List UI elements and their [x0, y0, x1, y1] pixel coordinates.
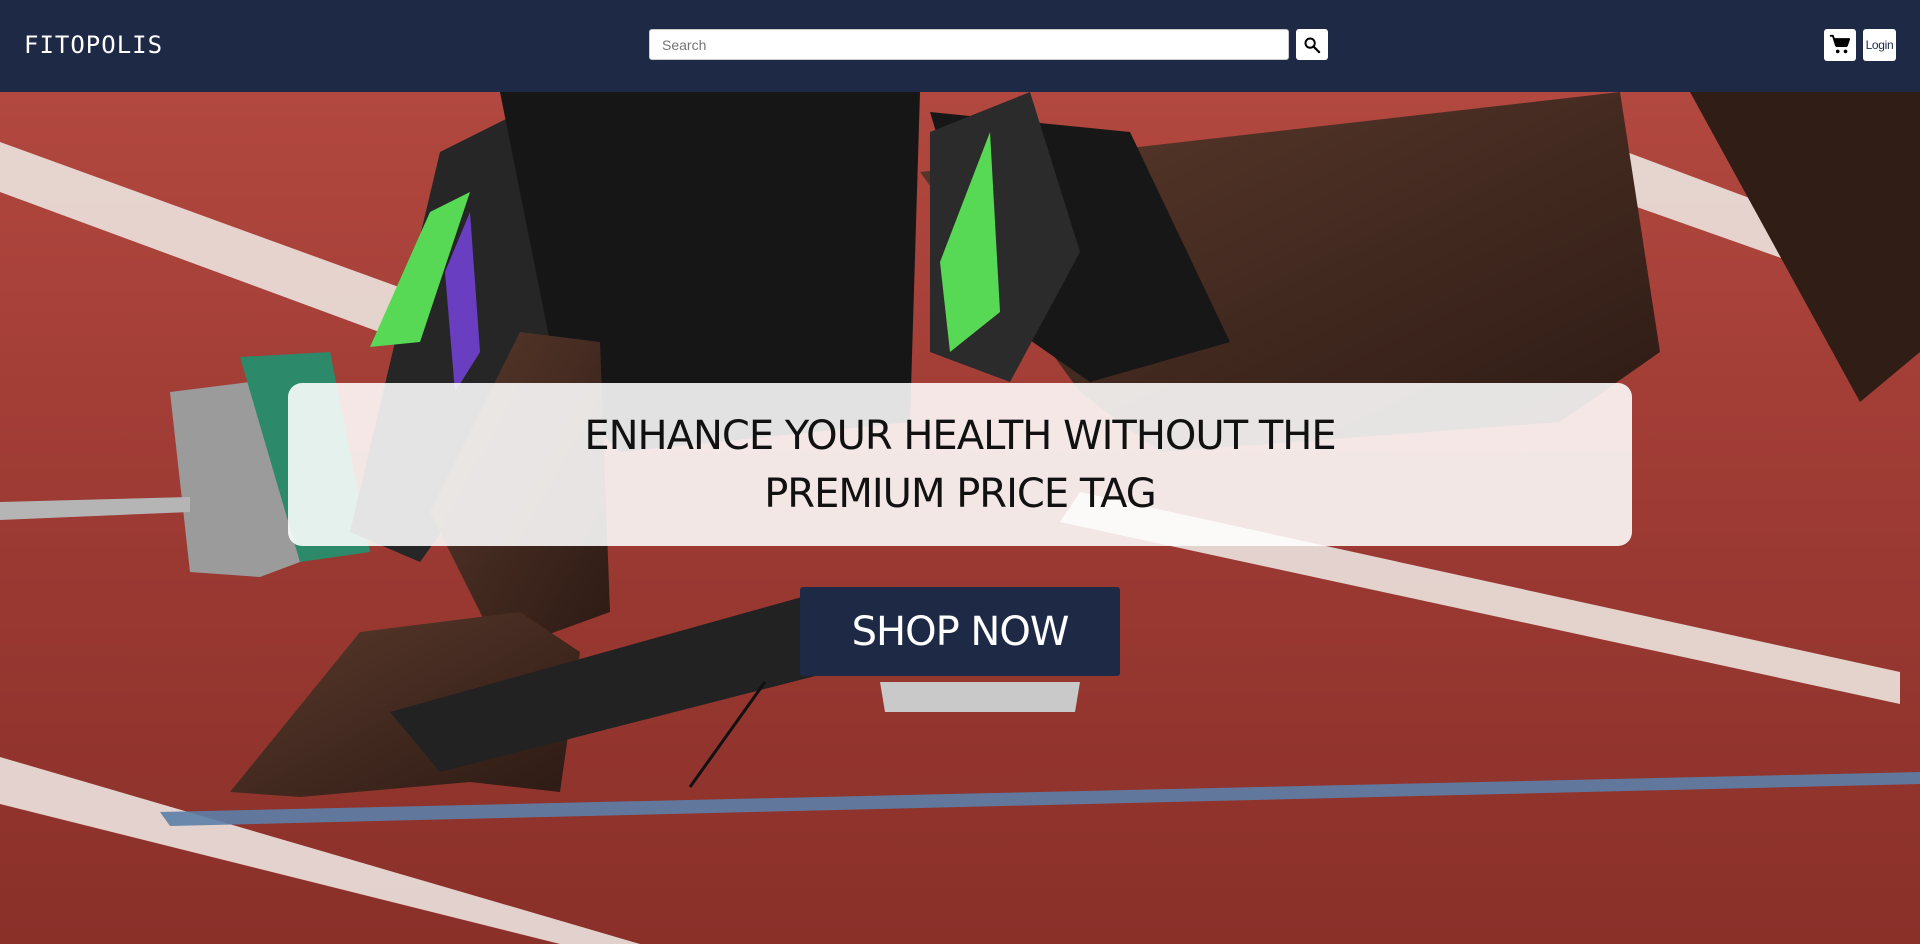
shop-now-button[interactable]: SHOP NOW	[800, 587, 1120, 676]
top-navbar: FITOPOLIS Login	[0, 0, 1920, 92]
search-input[interactable]	[649, 29, 1289, 60]
hero-headline: ENHANCE YOUR HEALTH WITHOUT THE PREMIUM …	[584, 412, 1336, 517]
search-icon	[1304, 37, 1321, 53]
hero-banner: ENHANCE YOUR HEALTH WITHOUT THE PREMIUM …	[0, 92, 1920, 944]
shopping-cart-icon	[1829, 34, 1851, 54]
site-logo[interactable]: FITOPOLIS	[24, 31, 163, 59]
headline-box: ENHANCE YOUR HEALTH WITHOUT THE PREMIUM …	[288, 383, 1632, 546]
search-button[interactable]	[1296, 29, 1328, 60]
login-button[interactable]: Login	[1863, 29, 1896, 61]
cart-button[interactable]	[1824, 29, 1856, 61]
